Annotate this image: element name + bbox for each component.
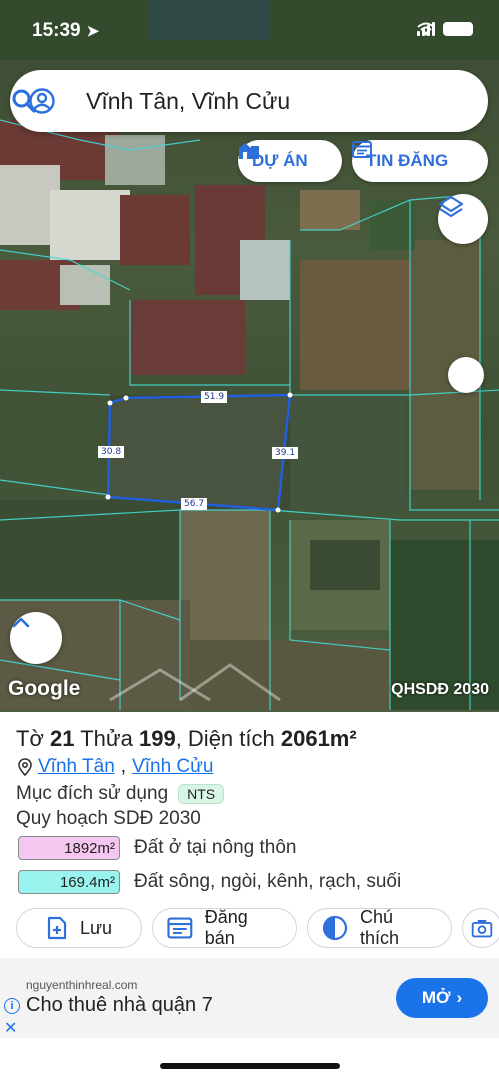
ad-banner[interactable]: nguyenthinhreal.com i Cho thuê nhà quận … [0, 958, 499, 1038]
ward-link[interactable]: Vĩnh Tân [38, 756, 115, 778]
tin-dang-chip[interactable]: TIN ĐĂNG [352, 140, 488, 182]
save-button[interactable]: Lưu [16, 908, 142, 948]
purpose-code-badge: NTS [178, 784, 225, 804]
purpose-label: Mục đích sử dụng [16, 783, 169, 804]
land-use-purpose: Mục đích sử dụng NTS [16, 783, 225, 805]
battery-icon [443, 22, 473, 36]
wifi-icon [417, 22, 435, 36]
map-handle-button[interactable] [448, 357, 484, 393]
plan-item-area: 1892m² [18, 836, 120, 860]
layers-icon [438, 195, 464, 218]
post-sale-button[interactable]: Đăng bán [152, 907, 297, 948]
search-query[interactable]: Vĩnh Tân, Vĩnh Cửu [86, 88, 290, 115]
parcel-location: Vĩnh Tân, Vĩnh Cửu [18, 756, 213, 778]
parcel-info-panel: Tờ 21 Thửa 199, Diện tích 2061m² Vĩnh Tâ… [0, 712, 499, 958]
expand-up-button[interactable] [10, 612, 62, 664]
action-bar: Lưu Đăng bán Chú thích [16, 907, 499, 948]
district-link[interactable]: Vĩnh Cửu [132, 756, 213, 778]
google-logo: Google [8, 677, 81, 700]
camera-button[interactable] [462, 908, 499, 948]
ad-domain: nguyenthinhreal.com [26, 978, 138, 992]
location-arrow-icon: ➤ [86, 23, 100, 40]
camera-icon [471, 919, 493, 938]
dimension-bottom-label: 56.7 [181, 498, 208, 510]
legend-button[interactable]: Chú thích [307, 907, 452, 948]
plan-item-label: Đất ở tại nông thôn [134, 837, 297, 858]
building-icon [239, 143, 259, 159]
dimension-left-label: 30.8 [98, 446, 125, 458]
dimension-top-label: 51.9 [201, 391, 228, 403]
contrast-icon [322, 915, 348, 941]
ad-close-icon[interactable]: ✕ [4, 1018, 17, 1038]
plan-item-residential: 1892m² Đất ở tại nông thôn [18, 836, 296, 860]
search-icon[interactable] [10, 87, 38, 115]
plan-item-area: 169.4m² [18, 870, 120, 894]
status-bar: 15:39 ➤ [0, 0, 499, 56]
chevron-right-icon: › [456, 988, 463, 1007]
ad-open-button[interactable]: MỞ › [396, 978, 488, 1018]
map-view[interactable]: 51.9 30.8 39.1 56.7 15:39 ➤ Vĩnh Tân, Vĩn… [0, 0, 499, 712]
location-pin-icon [18, 758, 32, 776]
status-time: 15:39 ➤ [32, 20, 100, 41]
ad-info-icon[interactable]: i [4, 998, 20, 1014]
plan-label: Quy hoạch SDĐ 2030 [16, 808, 201, 829]
chevron-up-icon [12, 617, 30, 628]
ad-text[interactable]: Cho thuê nhà quận 7 [26, 994, 213, 1017]
du-an-chip[interactable]: DỰ ÁN [238, 140, 342, 182]
du-an-label: DỰ ÁN [252, 151, 308, 170]
planning-layer-label: QHSDĐ 2030 [391, 681, 489, 698]
add-file-icon [47, 916, 67, 940]
listing-icon [167, 917, 193, 939]
plan-item-waterway: 169.4m² Đất sông, ngòi, kênh, rạch, suối [18, 870, 401, 894]
status-icons [417, 22, 473, 36]
dimension-right-label: 39.1 [272, 447, 299, 459]
layers-button[interactable] [438, 194, 488, 244]
search-bar[interactable]: Vĩnh Tân, Vĩnh Cửu [10, 70, 488, 132]
tin-dang-label: TIN ĐĂNG [366, 151, 449, 170]
listing-icon [352, 141, 372, 158]
plan-item-label: Đất sông, ngòi, kênh, rạch, suối [134, 871, 402, 892]
parcel-title: Tờ 21 Thửa 199, Diện tích 2061m² [16, 726, 357, 751]
home-indicator[interactable] [160, 1063, 340, 1069]
